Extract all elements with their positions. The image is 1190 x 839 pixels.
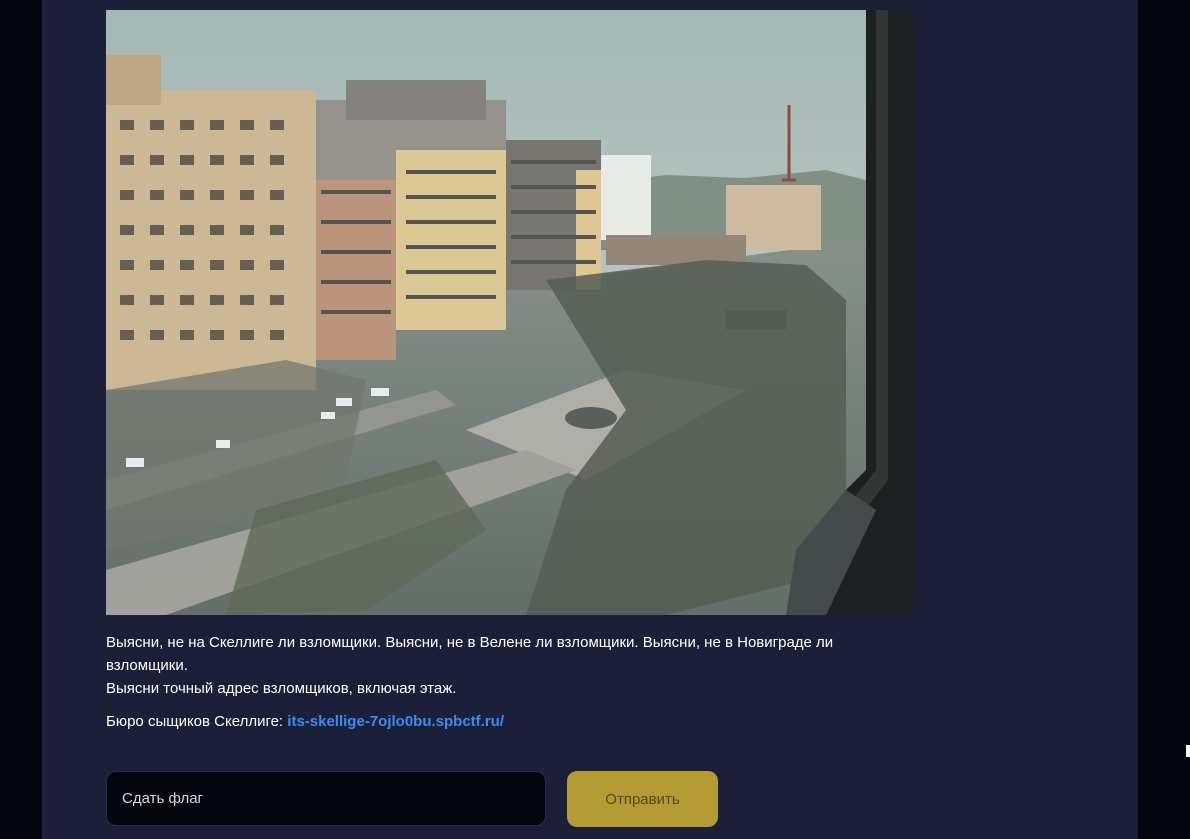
page: Выясни, не на Скеллиге ли взломщики. Выя… xyxy=(0,0,1190,839)
bureau-line: Бюро сыщиков Скеллиге: its-skellige-7ojl… xyxy=(106,711,504,733)
bureau-label: Бюро сыщиков Скеллиге: xyxy=(106,713,284,730)
task-photo xyxy=(106,10,914,615)
submit-button[interactable]: Отправить xyxy=(567,771,718,827)
edge-marker xyxy=(1186,745,1190,757)
task-line-1: Выясни, не на Скеллиге ли взломщики. Выя… xyxy=(106,634,834,674)
task-description: Выясни, не на Скеллиге ли взломщики. Выя… xyxy=(106,631,906,700)
task-line-2: Выясни точный адрес взломщиков, включая … xyxy=(106,680,457,697)
bureau-link[interactable]: its-skellige-7ojlo0bu.spbctf.ru/ xyxy=(287,713,504,730)
flag-input[interactable] xyxy=(106,771,546,826)
